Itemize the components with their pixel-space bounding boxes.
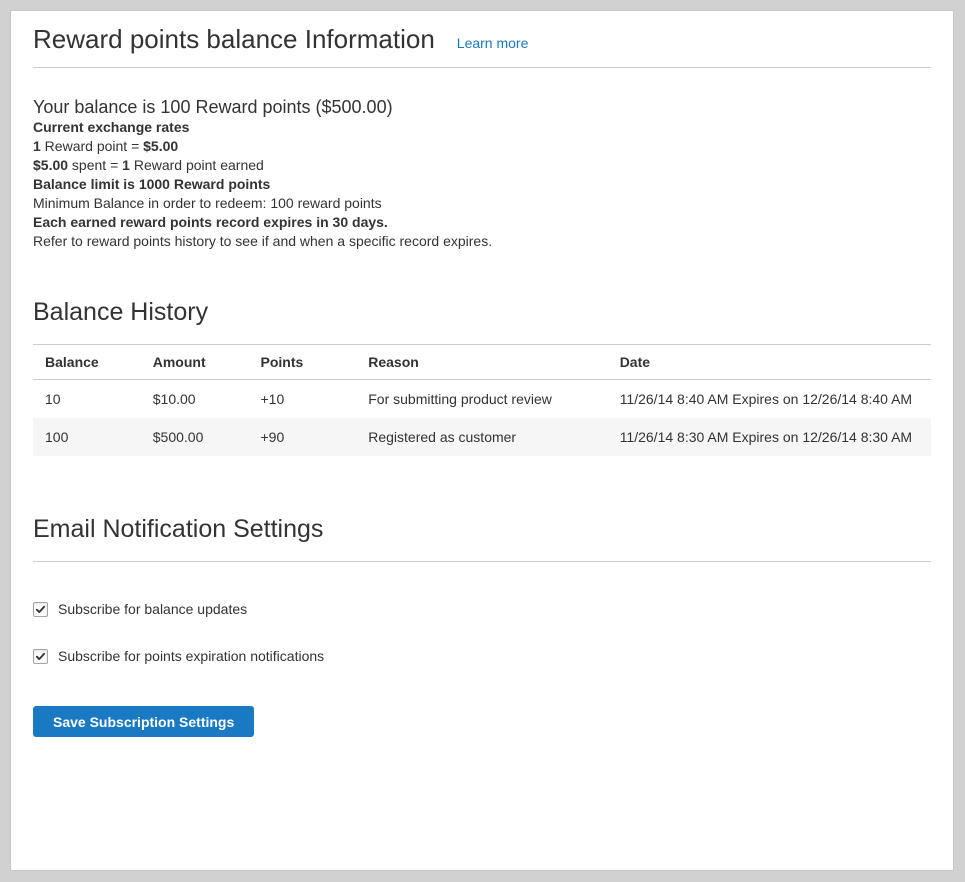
cell-balance: 100 <box>33 418 141 456</box>
page-title: Reward points balance Information <box>33 24 435 55</box>
cell-date: 11/26/14 8:30 AM Expires on 12/26/14 8:3… <box>608 418 931 456</box>
balance-updates-option: Subscribe for balance updates <box>33 600 931 618</box>
exchange-rate-1-value: $5.00 <box>143 138 178 154</box>
column-header-balance: Balance <box>33 345 141 380</box>
table-row: 100 $500.00 +90 Registered as customer 1… <box>33 418 931 456</box>
exchange-rate-2-points: 1 <box>122 157 130 173</box>
learn-more-link[interactable]: Learn more <box>457 35 529 51</box>
expiration-notifications-option: Subscribe for points expiration notifica… <box>33 647 931 665</box>
column-header-points: Points <box>249 345 357 380</box>
balance-history-title: Balance History <box>33 297 931 327</box>
table-header-row: Balance Amount Points Reason Date <box>33 345 931 380</box>
page-header: Reward points balance Information Learn … <box>33 11 931 68</box>
exchange-rate-2-text: spent = <box>68 157 122 173</box>
cell-balance: 10 <box>33 380 141 419</box>
email-settings-header: Email Notification Settings <box>33 514 931 562</box>
cell-date: 11/26/14 8:40 AM Expires on 12/26/14 8:4… <box>608 380 931 419</box>
exchange-rate-line-2: $5.00 spent = 1 Reward point earned <box>33 156 931 175</box>
balance-updates-label: Subscribe for balance updates <box>58 600 247 618</box>
account-content-card: Reward points balance Information Learn … <box>10 10 954 871</box>
cell-amount: $500.00 <box>141 418 249 456</box>
exchange-rate-2-value: $5.00 <box>33 157 68 173</box>
table-row: 10 $10.00 +10 For submitting product rev… <box>33 380 931 419</box>
minimum-balance-text: Minimum Balance in order to redeem: 100 … <box>33 194 931 213</box>
column-header-amount: Amount <box>141 345 249 380</box>
page: Reward points balance Information Learn … <box>0 0 965 882</box>
expiration-notifications-label: Subscribe for points expiration notifica… <box>58 647 324 665</box>
column-header-reason: Reason <box>356 345 607 380</box>
exchange-rate-line-1: 1 Reward point = $5.00 <box>33 137 931 156</box>
expiration-note-text: Refer to reward points history to see if… <box>33 232 931 251</box>
save-subscription-button[interactable]: Save Subscription Settings <box>33 706 254 737</box>
balance-history-header: Balance History <box>33 297 931 345</box>
cell-reason: Registered as customer <box>356 418 607 456</box>
balance-updates-checkbox[interactable] <box>33 602 48 617</box>
exchange-rates-heading: Current exchange rates <box>33 118 931 137</box>
exchange-rate-2-suffix: Reward point earned <box>130 157 264 173</box>
exchange-rate-1-points: 1 <box>33 138 41 154</box>
cell-points: +10 <box>249 380 357 419</box>
balance-summary: Your balance is 100 Reward points ($500.… <box>33 96 931 118</box>
balance-history-table: Balance Amount Points Reason Date 10 $10… <box>33 345 931 456</box>
balance-limit-text: Balance limit is 1000 Reward points <box>33 175 931 194</box>
cell-reason: For submitting product review <box>356 380 607 419</box>
exchange-rate-1-text: Reward point = <box>41 138 143 154</box>
cell-points: +90 <box>249 418 357 456</box>
expiration-notifications-checkbox[interactable] <box>33 649 48 664</box>
checkmark-icon <box>35 604 46 615</box>
column-header-date: Date <box>608 345 931 380</box>
cell-amount: $10.00 <box>141 380 249 419</box>
checkmark-icon <box>35 651 46 662</box>
expiration-policy-text: Each earned reward points record expires… <box>33 213 931 232</box>
email-settings-title: Email Notification Settings <box>33 514 931 544</box>
